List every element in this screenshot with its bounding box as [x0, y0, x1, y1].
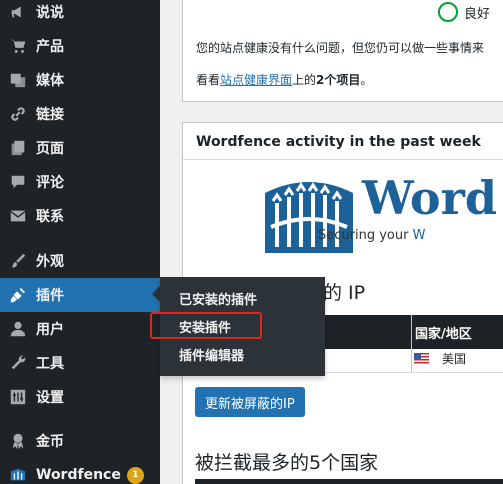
sidebar-item-label: 用户 — [36, 322, 64, 338]
sidebar-item-label: 产品 — [36, 39, 64, 55]
admin-sidebar: 说说 产品 媒体 链接 页面 评论 联系 外观 插件 用户 工具 设置 金币 W… — [0, 0, 160, 484]
wrench-icon — [0, 354, 36, 372]
sidebar-item-label: Wordfence — [36, 467, 121, 483]
blocked-ip-heading: 的 IP — [323, 282, 366, 304]
health-ring-icon — [438, 2, 458, 22]
cart-icon — [0, 37, 36, 55]
sidebar-item-comments[interactable]: 评论 — [0, 165, 160, 199]
sidebar-item-label: 外观 — [36, 254, 64, 270]
sidebar-item-label: 金币 — [36, 434, 64, 450]
highlight-box — [150, 312, 262, 339]
wordfence-tagline: Securing your W — [318, 228, 425, 243]
table-cell-country: 美国 — [442, 352, 467, 366]
sidebar-item-settings[interactable]: 设置 — [0, 380, 160, 414]
sidebar-item-label: 页面 — [36, 141, 64, 157]
health-link-prefix: 看看 — [196, 73, 221, 87]
health-link-suffix: 。 — [360, 73, 373, 87]
user-icon — [0, 320, 36, 338]
site-health-widget: 良好 您的站点健康没有什么问题，但您仍可以做一些事情来 看看站点健康界面上的2个… — [182, 0, 503, 102]
sidebar-item-label: 链接 — [36, 107, 64, 123]
table-header — [195, 479, 503, 484]
update-count-badge: 1 — [126, 466, 144, 484]
sidebar-item-wordfence[interactable]: Wordfence 1 — [0, 458, 160, 484]
top-countries-heading: 被拦截最多的5个国家 — [195, 452, 379, 474]
sidebar-item-label: 评论 — [36, 175, 64, 191]
sidebar-item-label: 联系 — [36, 209, 64, 225]
refresh-blocked-ip-button[interactable]: 更新被屏蔽的IP — [195, 387, 305, 417]
health-item-count: 2个项目 — [316, 73, 361, 87]
tagline-text: Securing your — [318, 228, 413, 243]
health-status: 良好 — [438, 2, 490, 22]
wordfence-logo-text: Word — [362, 171, 497, 225]
settings-icon — [0, 388, 36, 406]
megaphone-icon — [0, 3, 36, 21]
sidebar-item-appearance[interactable]: 外观 — [0, 244, 160, 278]
award-icon — [0, 432, 36, 450]
submenu-installed-plugins[interactable]: 已安装的插件 — [179, 289, 257, 308]
sidebar-item-media[interactable]: 媒体 — [0, 63, 160, 97]
wordfence-icon — [0, 466, 36, 484]
page-icon — [0, 139, 36, 157]
sidebar-item-links[interactable]: 链接 — [0, 97, 160, 131]
submenu-plugin-editor[interactable]: 插件编辑器 — [179, 345, 244, 364]
sidebar-item-shuoshuo[interactable]: 说说 — [0, 0, 160, 29]
wordfence-fence-icon — [265, 182, 353, 253]
health-link-line: 看看站点健康界面上的2个项目。 — [196, 71, 372, 88]
media-icon — [0, 71, 36, 89]
sidebar-item-label: 媒体 — [36, 73, 64, 89]
column-separator — [411, 315, 412, 373]
us-flag-icon — [414, 353, 429, 364]
mail-icon — [0, 207, 36, 225]
column-header-country: 国家/地区 — [415, 327, 472, 342]
sidebar-item-coins[interactable]: 金币 — [0, 424, 160, 458]
flyout-arrow — [152, 286, 160, 302]
divider — [183, 159, 503, 160]
widget-title: Wordfence activity in the past week — [196, 134, 481, 150]
health-status-label: 良好 — [464, 6, 491, 22]
sidebar-item-users[interactable]: 用户 — [0, 312, 160, 346]
comment-icon — [0, 173, 36, 191]
sidebar-item-tools[interactable]: 工具 — [0, 346, 160, 380]
sidebar-item-plugins[interactable]: 插件 — [0, 278, 160, 312]
brush-icon — [0, 252, 36, 270]
sidebar-item-label: 说说 — [36, 5, 64, 21]
sidebar-item-label: 设置 — [36, 390, 64, 406]
health-link-mid: 上的 — [292, 73, 317, 87]
tagline-accent: W — [412, 228, 426, 243]
sidebar-item-contact[interactable]: 联系 — [0, 199, 160, 233]
sidebar-item-products[interactable]: 产品 — [0, 29, 160, 63]
sidebar-item-label: 插件 — [36, 288, 64, 304]
site-health-link[interactable]: 站点健康界面 — [220, 73, 292, 87]
health-message: 您的站点健康没有什么问题，但您仍可以做一些事情来 — [196, 41, 485, 55]
sidebar-item-label: 工具 — [36, 356, 64, 372]
sidebar-item-pages[interactable]: 页面 — [0, 131, 160, 165]
plugin-icon — [0, 286, 36, 304]
link-icon — [0, 105, 36, 123]
